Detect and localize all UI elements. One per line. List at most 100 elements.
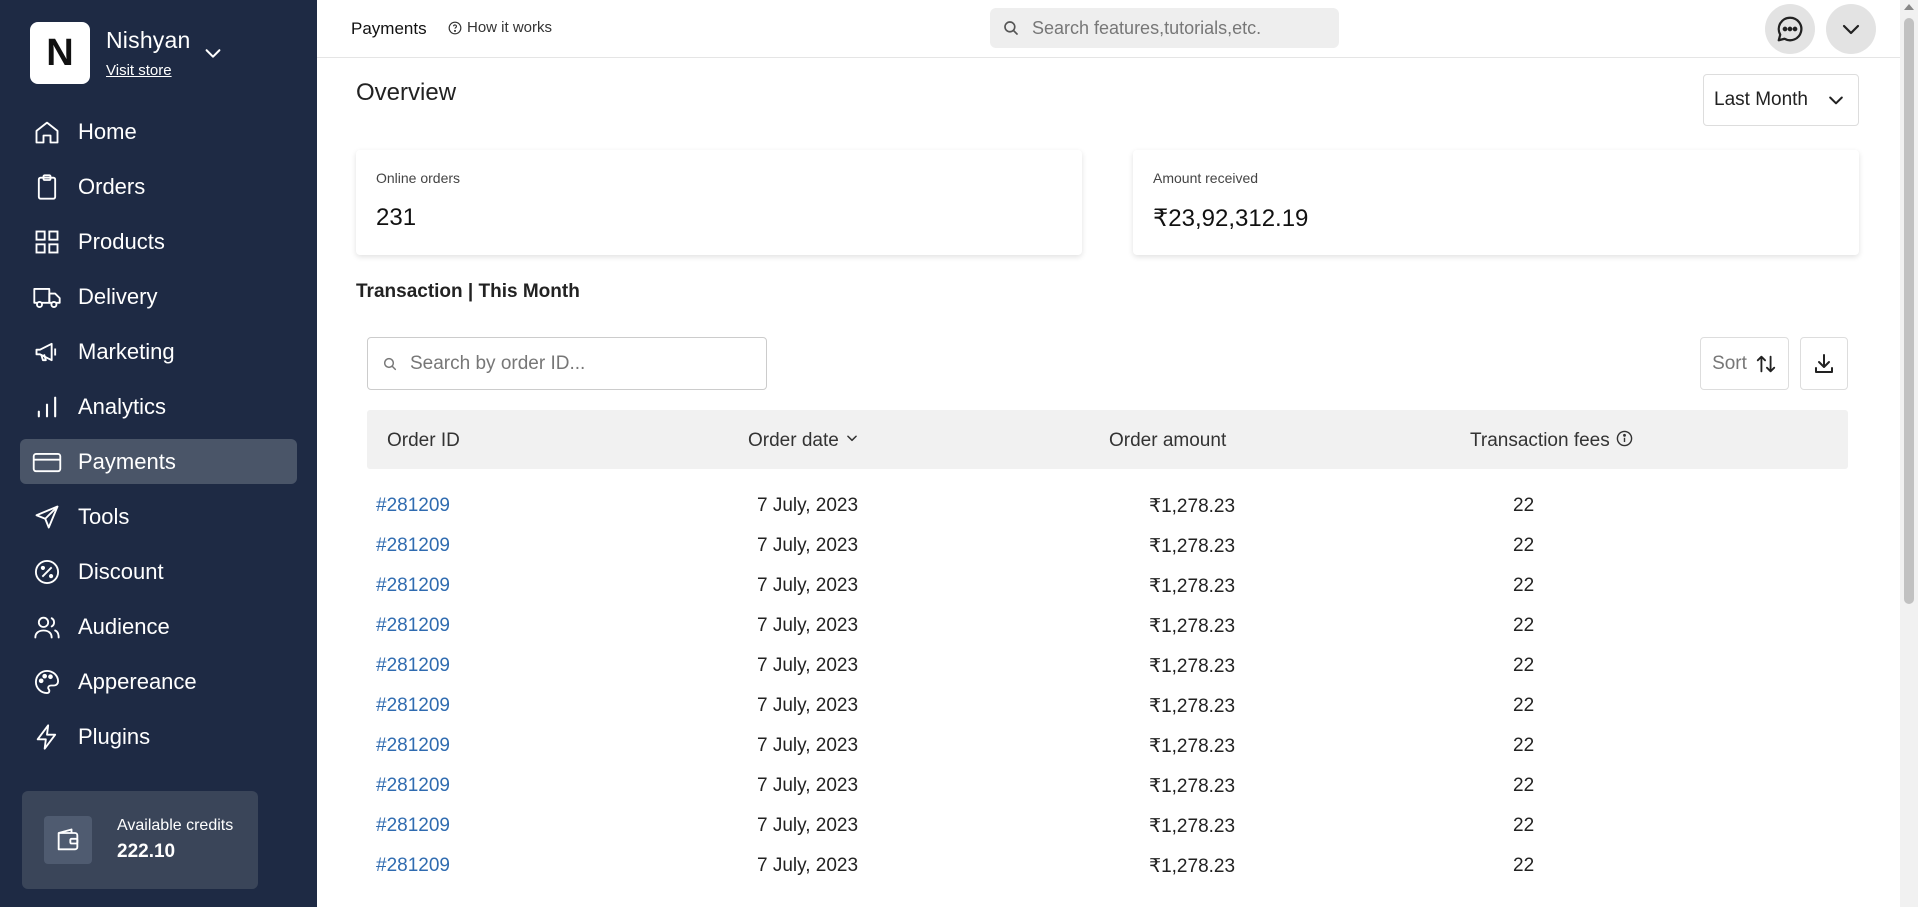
credits-value: 222.10	[117, 841, 176, 862]
chat-button[interactable]	[1765, 4, 1815, 54]
chevron-down-icon	[846, 435, 857, 442]
table-row: #281209 7 July, 2023 ₹1,278.23 22	[367, 551, 1848, 597]
download-button[interactable]	[1800, 337, 1848, 390]
sidebar-item-delivery[interactable]: Delivery	[20, 274, 297, 319]
search-icon	[383, 357, 397, 370]
date-range-select[interactable]: Last Month	[1703, 74, 1859, 126]
order-id-link[interactable]: #281209	[376, 855, 450, 877]
column-label: Order date	[748, 430, 839, 451]
table-row: #281209 7 July, 2023 ₹1,278.23 22	[367, 631, 1848, 677]
help-circle-icon	[448, 21, 462, 34]
sidebar-item-discount[interactable]: Discount	[20, 549, 297, 594]
online-orders-card: Online orders 231	[356, 150, 1082, 255]
sidebar-item-label: Appereance	[78, 668, 197, 694]
home-icon	[32, 117, 62, 147]
stat-value: 231	[376, 204, 417, 231]
sort-label: Sort	[1712, 352, 1747, 374]
chevron-down-icon[interactable]	[202, 42, 224, 64]
sidebar-item-label: Discount	[78, 558, 164, 584]
page-scrollbar[interactable]	[1900, 0, 1918, 907]
discount-icon	[32, 557, 62, 587]
stat-label: Amount received	[1153, 170, 1259, 186]
stat-label: Online orders	[376, 170, 461, 186]
sidebar-item-plugins[interactable]: Plugins	[20, 714, 297, 759]
table-row: #281209 7 July, 2023 ₹1,278.23 22	[367, 591, 1848, 637]
column-transaction-fees: Transaction fees	[1470, 424, 1633, 452]
column-order-date[interactable]: Order date	[748, 424, 859, 452]
table-row: #281209 7 July, 2023 ₹1,278.23 22	[367, 791, 1848, 837]
table-row: #281209 7 July, 2023 ₹1,278.23 22	[367, 751, 1848, 797]
table-row: #281209 7 July, 2023 ₹1,278.23 22	[367, 471, 1848, 517]
clipboard-icon	[32, 172, 62, 202]
users-icon	[32, 612, 62, 642]
sidebar-item-label: Marketing	[78, 338, 175, 364]
chevron-down-icon	[1829, 96, 1843, 105]
sidebar-item-analytics[interactable]: Analytics	[20, 384, 297, 429]
table-header: Order ID Order date Order amount Transac…	[367, 410, 1848, 469]
sidebar-item-orders[interactable]: Orders	[20, 164, 297, 209]
search-icon	[1004, 21, 1018, 35]
page-title: Payments	[351, 19, 427, 38]
column-order-id: Order ID	[387, 430, 460, 452]
order-search[interactable]	[367, 337, 767, 390]
lightning-icon	[32, 722, 62, 752]
sidebar-item-appereance[interactable]: Appereance	[20, 659, 297, 704]
column-label: Order ID	[387, 430, 460, 451]
info-icon[interactable]	[1616, 430, 1633, 447]
sidebar-nav: Home Orders Products Delivery Marketing …	[20, 109, 297, 769]
visit-store-link[interactable]: Visit store	[106, 62, 191, 79]
account-menu-button[interactable]	[1826, 4, 1876, 54]
sidebar-item-label: Products	[78, 228, 165, 254]
how-it-works-label: How it works	[467, 19, 553, 36]
download-icon	[1815, 353, 1833, 373]
megaphone-icon	[32, 337, 62, 367]
palette-icon	[32, 667, 62, 697]
stat-value: ₹23,92,312.19	[1153, 205, 1309, 232]
sidebar-item-label: Payments	[78, 448, 176, 474]
store-switcher[interactable]: N Nishyan Visit store	[30, 22, 221, 84]
order-date: 7 July, 2023	[757, 855, 859, 876]
credit-card-icon	[32, 447, 62, 477]
chevron-down-icon	[1842, 24, 1860, 35]
overview-title: Overview	[356, 79, 457, 106]
top-bar: Payments How it works	[317, 0, 1900, 58]
truck-icon	[32, 282, 62, 312]
transaction-fee: 22	[1513, 855, 1535, 876]
sidebar-item-marketing[interactable]: Marketing	[20, 329, 297, 374]
table-row: #281209 7 July, 2023 ₹1,278.23 22	[367, 671, 1848, 717]
table-row: #281209 7 July, 2023 ₹1,278.23 22	[367, 511, 1848, 557]
store-name: Nishyan	[106, 27, 191, 53]
sidebar-item-label: Plugins	[78, 723, 151, 749]
store-logo: N	[30, 22, 90, 84]
global-search[interactable]	[990, 8, 1339, 48]
global-search-input[interactable]	[1032, 17, 1322, 39]
table-row: #281209 7 July, 2023 ₹1,278.23 22	[367, 831, 1848, 877]
column-order-amount: Order amount	[1109, 430, 1226, 452]
order-amount: ₹1,278.23	[1149, 856, 1236, 877]
send-icon	[32, 502, 62, 532]
scroll-up-arrow-icon[interactable]	[1904, 4, 1914, 10]
column-label: Transaction fees	[1470, 430, 1610, 451]
table-row: #281209 7 July, 2023 ₹1,278.23 22	[367, 711, 1848, 757]
scroll-thumb[interactable]	[1904, 18, 1914, 604]
sidebar-item-audience[interactable]: Audience	[20, 604, 297, 649]
order-search-input[interactable]	[410, 352, 750, 375]
available-credits-card: Available credits 222.10	[22, 791, 258, 889]
column-label: Order amount	[1109, 430, 1227, 451]
date-range-value: Last Month	[1714, 89, 1808, 110]
sidebar-item-home[interactable]: Home	[20, 109, 297, 154]
bar-chart-icon	[32, 392, 62, 422]
transactions-title: Transaction | This Month	[356, 281, 580, 302]
sidebar-item-label: Orders	[78, 173, 146, 199]
sidebar-item-payments[interactable]: Payments	[20, 439, 297, 484]
how-it-works-link[interactable]: How it works	[448, 19, 552, 36]
main-content: Overview Last Month Online orders 231 Am…	[317, 58, 1900, 907]
sidebar-item-tools[interactable]: Tools	[20, 494, 297, 539]
grid-icon	[32, 227, 62, 257]
sort-arrows-icon	[1756, 355, 1776, 372]
sidebar-item-products[interactable]: Products	[20, 219, 297, 264]
sidebar-item-label: Audience	[78, 613, 170, 639]
sidebar-item-label: Home	[78, 118, 137, 144]
sort-button[interactable]: Sort	[1700, 337, 1789, 390]
table-body: #281209 7 July, 2023 ₹1,278.23 22 #28120…	[367, 471, 1848, 877]
